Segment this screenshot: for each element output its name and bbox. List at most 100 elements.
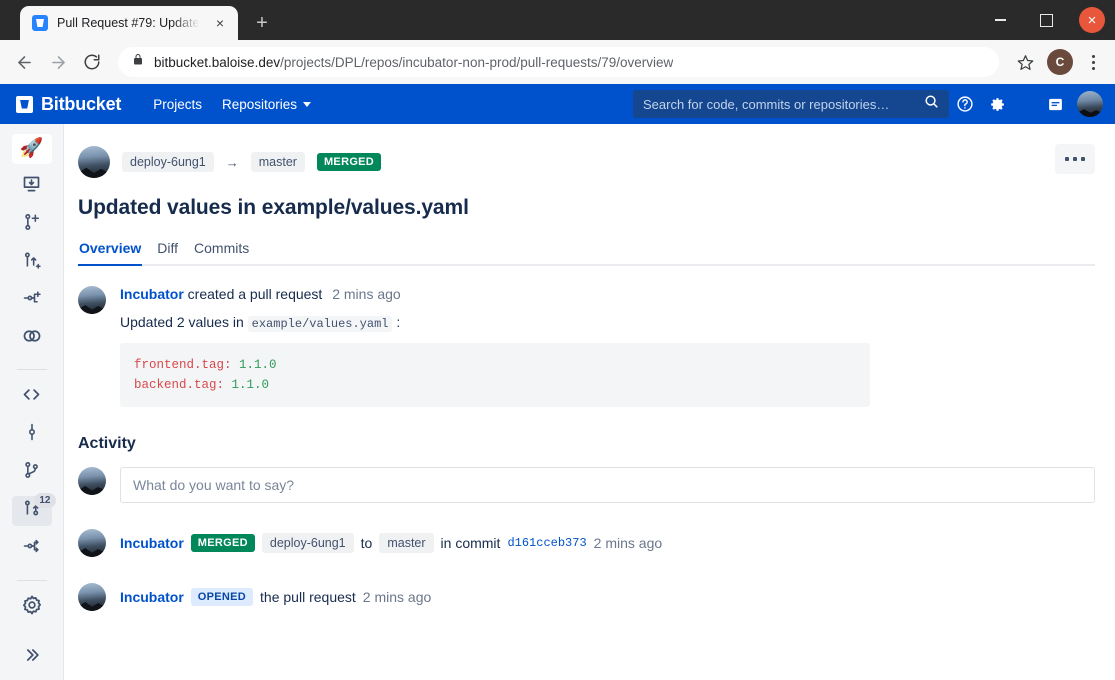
activity-avatar xyxy=(78,529,106,557)
bookmark-star-icon[interactable] xyxy=(1009,46,1041,78)
page-title: Updated values in example/values.yaml xyxy=(78,196,469,219)
description-author[interactable]: Incubator xyxy=(120,286,184,302)
url-text: bitbucket.baloise.dev/projects/DPL/repos… xyxy=(154,55,673,70)
activity-commit-hash[interactable]: d161cceb373 xyxy=(507,536,586,550)
source-code-icon xyxy=(21,384,42,410)
browser-menu-icon[interactable] xyxy=(1079,46,1107,78)
description-summary: Updated 2 values in example/values.yaml … xyxy=(120,314,1095,332)
sidebar-item-rocket[interactable]: 🚀 xyxy=(11,134,52,164)
description-code-block: frontend.tag: 1.1.0 backend.tag: 1.1.0 xyxy=(120,343,870,407)
comment-input[interactable]: What do you want to say? xyxy=(120,467,1095,503)
new-tab-button[interactable]: + xyxy=(248,9,276,37)
close-window-glyph: × xyxy=(1079,7,1105,33)
description-action: created a pull request xyxy=(187,286,323,302)
pull-request-content: deploy-6ung1 → master MERGED Updated val… xyxy=(64,124,1115,680)
repository-settings-icon xyxy=(21,594,43,621)
tab-commits[interactable]: Commits xyxy=(193,236,250,266)
nav-projects-label: Projects xyxy=(153,96,202,112)
reload-icon[interactable] xyxy=(76,46,108,78)
sidebar-item-compare[interactable] xyxy=(12,323,52,353)
branch-arrow-icon: → xyxy=(225,154,239,170)
create-branch-icon xyxy=(22,212,42,237)
bitbucket-logo-text: Bitbucket xyxy=(41,93,122,114)
sidebar-item-expand[interactable] xyxy=(12,642,52,672)
more-actions-button[interactable] xyxy=(1055,144,1095,174)
browser-titlebar: Pull Request #79: Updated × + × xyxy=(0,0,1115,40)
forward-icon[interactable] xyxy=(42,46,74,78)
code-value: 1.1.0 xyxy=(239,358,277,372)
back-icon[interactable] xyxy=(8,46,40,78)
code-value: 1.1.0 xyxy=(231,378,270,392)
close-tab-icon[interactable]: × xyxy=(210,13,230,33)
activity-author[interactable]: Incubator xyxy=(120,589,184,605)
url-path: /projects/DPL/repos/incubator-non-prod/p… xyxy=(280,54,674,70)
pull-request-tabs: Overview Diff Commits xyxy=(78,236,1095,266)
global-search-placeholder: Search for code, commits or repositories… xyxy=(643,96,890,112)
bitbucket-logo[interactable]: Bitbucket xyxy=(16,94,121,115)
sidebar-item-pull-requests[interactable]: 12 xyxy=(11,492,56,526)
activity-commit-text: in commit xyxy=(440,535,501,551)
minimize-window-icon[interactable] xyxy=(977,0,1023,40)
settings-icon[interactable] xyxy=(981,88,1013,120)
description-summary-prefix: Updated 2 values in xyxy=(120,314,244,330)
pull-requests-count-badge: 12 xyxy=(34,492,56,508)
rocket-icon: 🚀 xyxy=(19,138,44,160)
activity-heading: Activity xyxy=(78,435,136,452)
notifications-icon[interactable] xyxy=(1039,88,1071,120)
activity-state-badge: OPENED xyxy=(190,588,254,606)
bitbucket-favicon-icon xyxy=(32,15,48,31)
window-controls: × xyxy=(977,0,1115,40)
target-branch-label[interactable]: master xyxy=(250,152,305,172)
create-pull-request-icon xyxy=(22,250,42,275)
sidebar-item-clone[interactable] xyxy=(12,172,52,202)
search-icon[interactable] xyxy=(924,94,939,114)
chevron-down-icon xyxy=(303,101,312,107)
code-key: backend.tag: xyxy=(134,378,225,392)
sidebar-item-commits[interactable] xyxy=(12,420,52,450)
sidebar-item-repository-settings[interactable] xyxy=(12,592,52,622)
browser-profile-avatar[interactable]: C xyxy=(1047,49,1073,75)
sidebar-item-create-pull-request[interactable] xyxy=(12,248,52,278)
activity-entry-merged: Incubator MERGED deploy-6ung1 to master … xyxy=(78,529,1095,557)
nav-projects[interactable]: Projects xyxy=(143,91,212,118)
browser-toolbar: bitbucket.baloise.dev/projects/DPL/repos… xyxy=(0,40,1115,84)
activity-state-badge: MERGED xyxy=(190,534,255,552)
sidebar-item-source[interactable] xyxy=(12,382,52,412)
sidebar-item-create-branch[interactable] xyxy=(12,210,52,240)
lock-icon xyxy=(132,53,144,71)
sidebar-item-branches[interactable] xyxy=(12,458,52,488)
commits-icon xyxy=(22,422,42,447)
sidebar-item-forks[interactable] xyxy=(12,534,52,564)
activity-source-branch[interactable]: deploy-6ung1 xyxy=(261,533,354,553)
activity-timestamp: 2 mins ago xyxy=(362,589,432,605)
code-line: frontend.tag: 1.1.0 xyxy=(134,355,856,375)
source-branch-label[interactable]: deploy-6ung1 xyxy=(122,152,214,172)
forks-icon xyxy=(22,536,42,561)
activity-target-branch[interactable]: master xyxy=(379,533,434,553)
page-viewport: Bitbucket Projects Repositories Search f… xyxy=(0,84,1115,680)
browser-tab[interactable]: Pull Request #79: Updated × xyxy=(20,6,238,40)
code-line: backend.tag: 1.1.0 xyxy=(134,375,856,395)
sidebar-divider-2 xyxy=(16,579,47,581)
user-avatar[interactable] xyxy=(1077,91,1103,117)
sidebar-divider xyxy=(16,369,47,371)
maximize-window-icon[interactable] xyxy=(1023,0,1069,40)
tab-diff[interactable]: Diff xyxy=(156,236,179,266)
nav-repositories[interactable]: Repositories xyxy=(212,91,321,118)
url-host: bitbucket.baloise.dev xyxy=(154,54,281,70)
close-window-icon[interactable]: × xyxy=(1069,0,1115,40)
address-bar[interactable]: bitbucket.baloise.dev/projects/DPL/repos… xyxy=(118,47,999,77)
comment-composer: What do you want to say? xyxy=(78,467,1095,503)
pull-request-state-badge: MERGED xyxy=(316,153,382,171)
activity-entry-opened: Incubator OPENED the pull request 2 mins… xyxy=(78,583,1095,611)
activity-author[interactable]: Incubator xyxy=(120,535,184,551)
sidebar-item-fork[interactable] xyxy=(12,286,52,316)
description-avatar xyxy=(78,286,106,314)
clone-icon xyxy=(21,174,42,200)
tab-overview[interactable]: Overview xyxy=(78,236,143,266)
pull-request-description: Incubator created a pull request 2 mins … xyxy=(78,286,1095,407)
compare-icon xyxy=(21,325,43,352)
global-search-input[interactable]: Search for code, commits or repositories… xyxy=(633,90,949,118)
author-avatar xyxy=(78,146,110,178)
help-icon[interactable] xyxy=(949,88,981,120)
